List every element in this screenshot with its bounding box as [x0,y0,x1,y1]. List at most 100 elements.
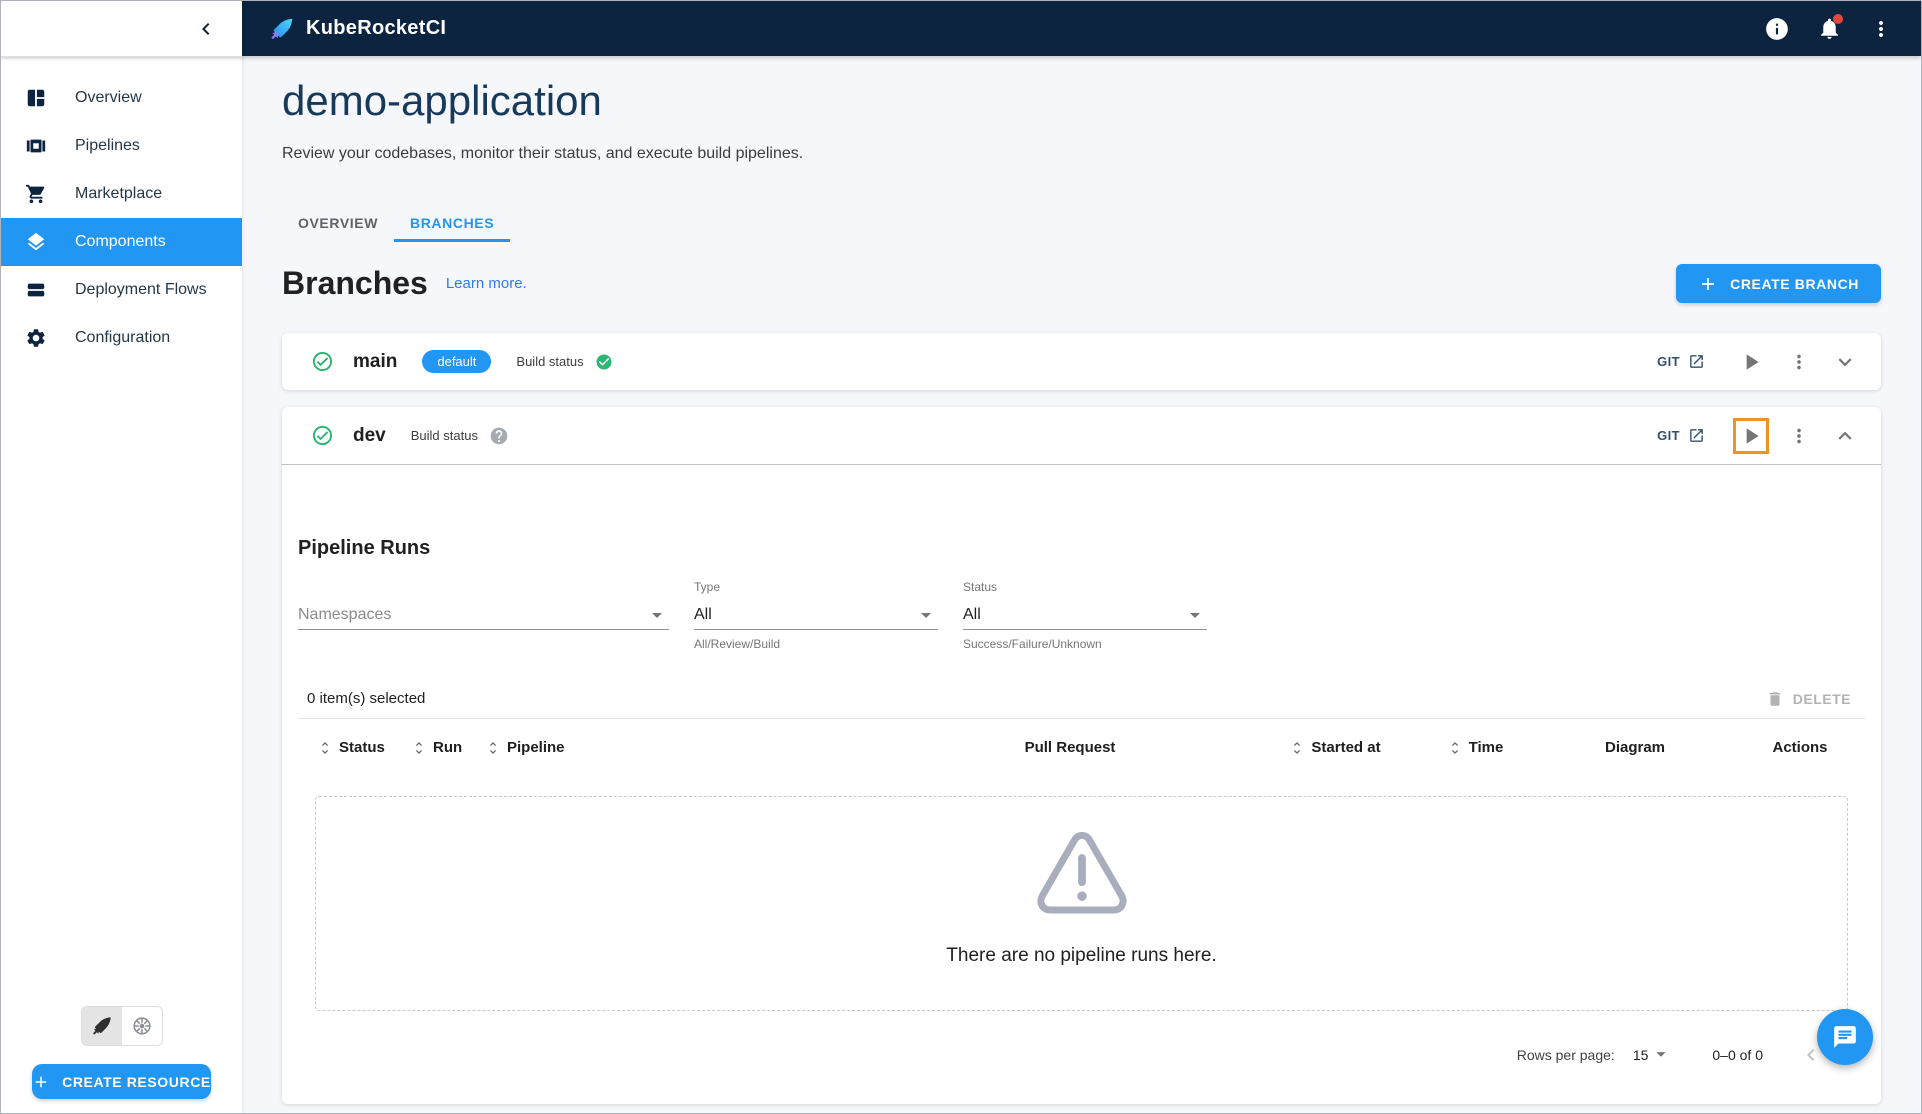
column-header-started-at[interactable]: Started at [1255,739,1415,756]
empty-state-message: There are no pipeline runs here. [946,945,1217,966]
status-select[interactable]: All [963,601,1207,630]
pipeline-runs-heading: Pipeline Runs [298,537,431,559]
column-label: Pipeline [507,739,565,756]
kubernetes-view-toggle[interactable] [121,1007,162,1045]
branch-name: main [353,350,398,372]
sidebar-item-overview[interactable]: Overview [1,74,242,122]
branches-section-head: Branches Learn more. CREATE BRANCH [282,264,1881,303]
dropdown-arrow-icon [645,603,669,627]
create-branch-label: CREATE BRANCH [1730,275,1859,292]
chat-fab-button[interactable] [1817,1009,1873,1065]
filters-row: Namespaces Type All All/Review/Build Sta… [298,580,1865,651]
sort-icon[interactable] [485,740,501,756]
type-value: All [694,606,712,623]
pipelines-icon [25,135,47,157]
highlighted-play-button-box [1733,417,1769,454]
git-link[interactable]: GIT [1657,427,1705,444]
column-header-run[interactable]: Run [411,739,485,756]
open-in-new-icon [1688,353,1705,370]
notification-badge-dot [1833,13,1843,24]
collapse-branch-button[interactable] [1829,420,1861,452]
topbar-menu-button[interactable] [1867,15,1895,43]
play-button-wrap [1733,344,1769,380]
dropdown-arrow-icon [914,603,938,627]
sidebar-item-marketplace[interactable]: Marketplace [1,170,242,218]
brand-name: KubeRocketCI [306,17,447,39]
chevron-up-icon [1832,423,1858,449]
sidebar: Overview Pipelines Marketplace Component… [1,57,242,1113]
pagination-range-text: 0–0 of 0 [1712,1047,1763,1063]
rows-per-page-value: 15 [1632,1047,1649,1063]
rows-per-page-select[interactable]: 15 [1633,1043,1675,1067]
sidebar-header [1,1,242,57]
chevron-left-icon [194,17,218,41]
branch-menu-button[interactable] [1783,420,1815,452]
build-status-label: Build status [516,354,584,369]
column-label: Status [339,739,385,756]
type-helper: All/Review/Build [694,637,781,651]
more-vert-icon [1869,17,1893,41]
rocket-view-toggle[interactable] [81,1007,122,1045]
sidebar-item-deployment-flows[interactable]: Deployment Flows [1,266,242,314]
column-label: Pull Request [1024,739,1116,756]
sidebar-item-label: Marketplace [75,185,163,202]
column-header-pipeline[interactable]: Pipeline [485,739,885,756]
column-header-time[interactable]: Time [1415,739,1535,756]
build-status-label: Build status [410,428,478,443]
create-resource-label: CREATE RESOURCE [62,1073,211,1090]
default-chip: default [422,350,492,373]
status-value: All [963,606,981,623]
branch-menu-button[interactable] [1783,346,1815,378]
delete-button[interactable]: DELETE [1766,690,1851,708]
play-icon [1738,349,1764,375]
sort-icon[interactable] [1447,740,1463,756]
column-header-status[interactable]: Status [317,739,411,756]
branch-actions: GIT [1657,417,1861,454]
learn-more-link[interactable]: Learn more. [446,275,527,292]
git-link[interactable]: GIT [1657,353,1705,370]
sidebar-item-components[interactable]: Components [1,218,242,266]
type-filter-label: Type [694,580,721,594]
sidebar-collapse-button[interactable] [192,15,220,43]
git-label: GIT [1657,428,1680,443]
column-label: Time [1468,739,1504,756]
create-resource-button[interactable]: CREATE RESOURCE [32,1064,211,1099]
sort-icon[interactable] [1289,740,1305,756]
namespaces-select[interactable]: Namespaces [298,601,669,630]
build-play-button[interactable] [1736,420,1766,452]
selection-row: 0 item(s) selected DELETE [298,679,1865,719]
brand-logo[interactable]: KubeRocketCI [269,16,446,42]
column-label: Run [433,739,463,756]
rows-per-page-label: Rows per page: [1516,1047,1615,1063]
plus-icon [32,1073,50,1091]
git-label: GIT [1657,354,1680,369]
sidebar-bottom: CREATE RESOURCE [1,1006,242,1113]
sort-icon[interactable] [317,740,333,756]
info-icon [1764,16,1790,42]
branch-row: dev Build status GIT [282,407,1881,465]
build-unknown-help-icon [489,426,509,446]
branch-card-main: main default Build status GIT [282,333,1881,390]
notifications-button[interactable] [1815,13,1843,43]
info-button[interactable] [1763,15,1791,43]
branch-row: main default Build status GIT [282,333,1881,390]
sidebar-item-label: Configuration [75,329,171,346]
stacked-bars-icon [25,279,47,301]
column-label: Diagram [1604,739,1666,756]
tab-branches[interactable]: BRANCHES [394,203,511,242]
branches-heading: Branches [282,265,428,301]
create-branch-button[interactable]: CREATE BRANCH [1676,264,1881,303]
sort-icon[interactable] [411,740,427,756]
rocket-logo-icon [269,16,295,42]
tab-overview[interactable]: OVERVIEW [282,203,394,242]
play-icon [1738,423,1764,449]
build-play-button[interactable] [1736,346,1766,378]
sidebar-item-pipelines[interactable]: Pipelines [1,122,242,170]
type-select[interactable]: All [694,601,938,630]
expand-branch-button[interactable] [1829,346,1861,378]
branch-card-dev: dev Build status GIT Pipeline Runs Names… [282,407,1881,1104]
open-in-new-icon [1688,427,1705,444]
column-label: Actions [1772,739,1828,756]
namespaces-placeholder: Namespaces [298,606,392,623]
sidebar-item-configuration[interactable]: Configuration [1,314,242,362]
